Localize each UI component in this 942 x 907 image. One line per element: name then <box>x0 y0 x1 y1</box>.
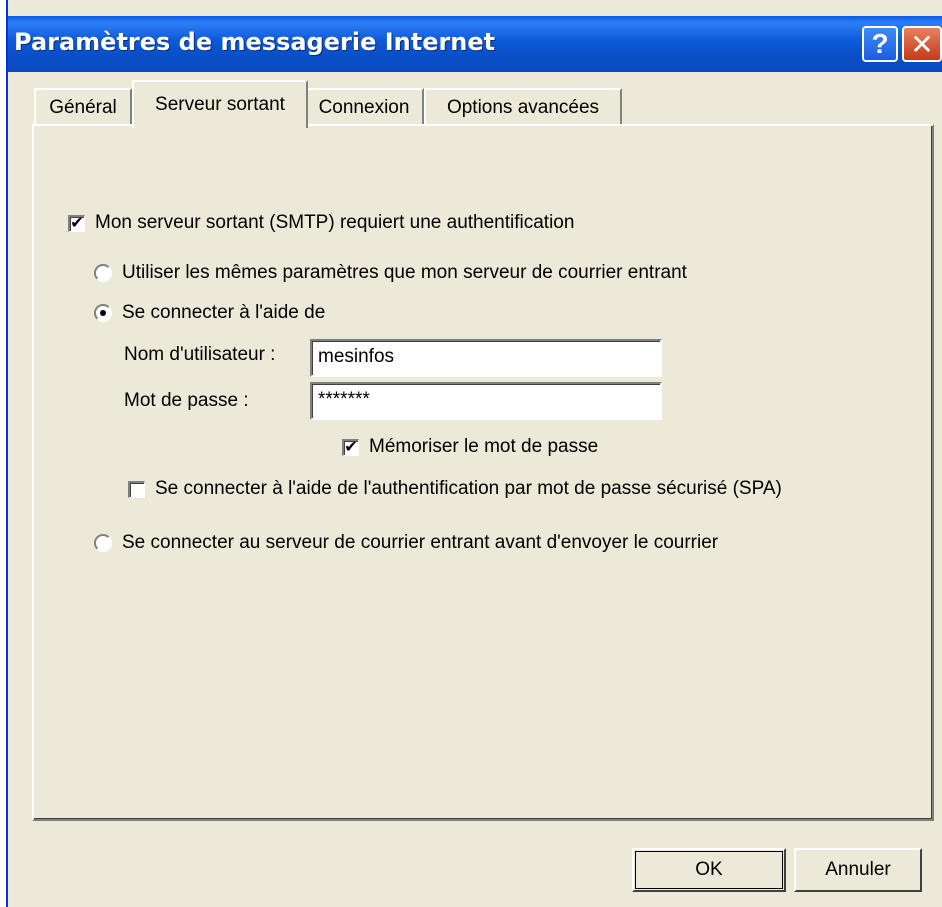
remember-password-checkbox[interactable]: ✔ <box>342 438 359 456</box>
login-before-send-option[interactable]: Se connecter au serveur de courrier entr… <box>94 532 718 554</box>
auth-required-label: Mon serveur sortant (SMTP) requiert une … <box>95 212 575 233</box>
tab-advanced-options[interactable]: Options avancées <box>424 88 622 126</box>
spa-label: Se connecter à l'aide de l'authentificat… <box>155 478 782 499</box>
window-title: Paramètres de messagerie Internet <box>14 28 496 56</box>
login-before-send-radio[interactable] <box>94 534 112 552</box>
spa-option[interactable]: Se connecter à l'aide de l'authentificat… <box>128 478 782 500</box>
remember-password-option[interactable]: ✔ Mémoriser le mot de passe <box>342 436 598 458</box>
cancel-button[interactable]: Annuler <box>794 848 922 892</box>
title-bar[interactable]: Paramètres de messagerie Internet ? ✕ <box>8 16 942 72</box>
tab-general[interactable]: Général <box>34 88 132 126</box>
radio-selected-dot <box>100 310 106 316</box>
tab-panel-outgoing: ✔ Mon serveur sortant (SMTP) requiert un… <box>32 124 934 821</box>
tab-label: Général <box>49 97 117 118</box>
help-button[interactable]: ? <box>862 26 898 62</box>
dialog-body: Général Serveur sortant Connexion Option… <box>8 72 942 907</box>
tab-label: Serveur sortant <box>155 94 285 115</box>
password-field[interactable]: ******* <box>310 382 662 420</box>
same-settings-radio[interactable] <box>94 264 112 282</box>
login-with-option[interactable]: Se connecter à l'aide de <box>94 302 325 324</box>
username-label: Nom d'utilisateur : <box>124 344 276 365</box>
tab-label: Options avancées <box>446 97 600 118</box>
close-icon: ✕ <box>910 28 934 60</box>
spa-checkbox[interactable] <box>128 480 145 498</box>
tab-connection[interactable]: Connexion <box>304 88 424 126</box>
help-icon: ? <box>871 28 889 59</box>
auth-required-checkbox[interactable]: ✔ <box>68 214 85 232</box>
login-with-radio[interactable] <box>94 304 112 322</box>
close-button[interactable]: ✕ <box>902 26 942 62</box>
login-with-label: Se connecter à l'aide de <box>122 302 326 323</box>
tab-label: Connexion <box>318 97 410 118</box>
tab-outgoing-server[interactable]: Serveur sortant <box>132 80 308 128</box>
same-settings-label: Utiliser les mêmes paramètres que mon se… <box>122 262 687 283</box>
login-before-send-label: Se connecter au serveur de courrier entr… <box>122 532 719 553</box>
password-label: Mot de passe : <box>124 390 249 411</box>
dialog-window: Paramètres de messagerie Internet ? ✕ Gé… <box>6 0 942 907</box>
auth-required-option[interactable]: ✔ Mon serveur sortant (SMTP) requiert un… <box>68 212 574 234</box>
remember-password-label: Mémoriser le mot de passe <box>369 436 599 457</box>
username-field[interactable]: mesinfos <box>310 339 662 377</box>
ok-button[interactable]: OK <box>632 848 786 892</box>
same-settings-option[interactable]: Utiliser les mêmes paramètres que mon se… <box>94 262 687 284</box>
